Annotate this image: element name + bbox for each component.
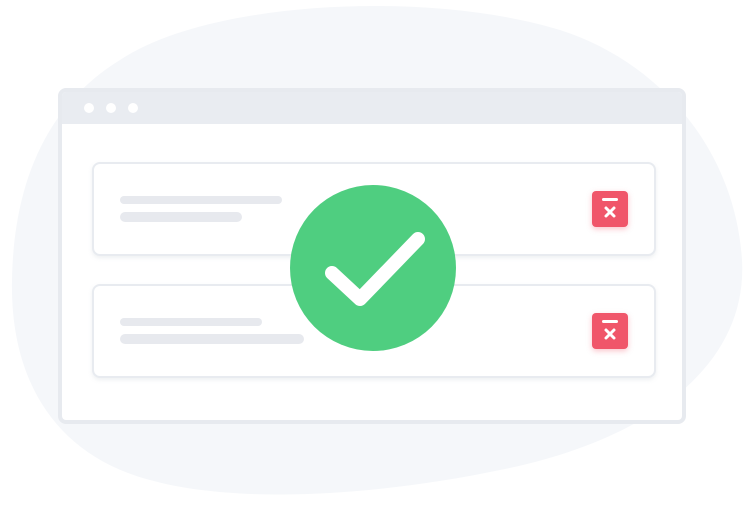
trash-delete-icon[interactable] [592, 313, 628, 349]
placeholder-line [120, 318, 262, 326]
window-titlebar [62, 92, 682, 124]
placeholder-line [120, 196, 282, 204]
placeholder-line [120, 334, 304, 344]
window-dot [106, 103, 116, 113]
window-dot [84, 103, 94, 113]
checkmark-icon [290, 185, 456, 351]
placeholder-line [120, 212, 242, 222]
window-dot [128, 103, 138, 113]
trash-delete-icon[interactable] [592, 191, 628, 227]
illustration [0, 0, 747, 509]
